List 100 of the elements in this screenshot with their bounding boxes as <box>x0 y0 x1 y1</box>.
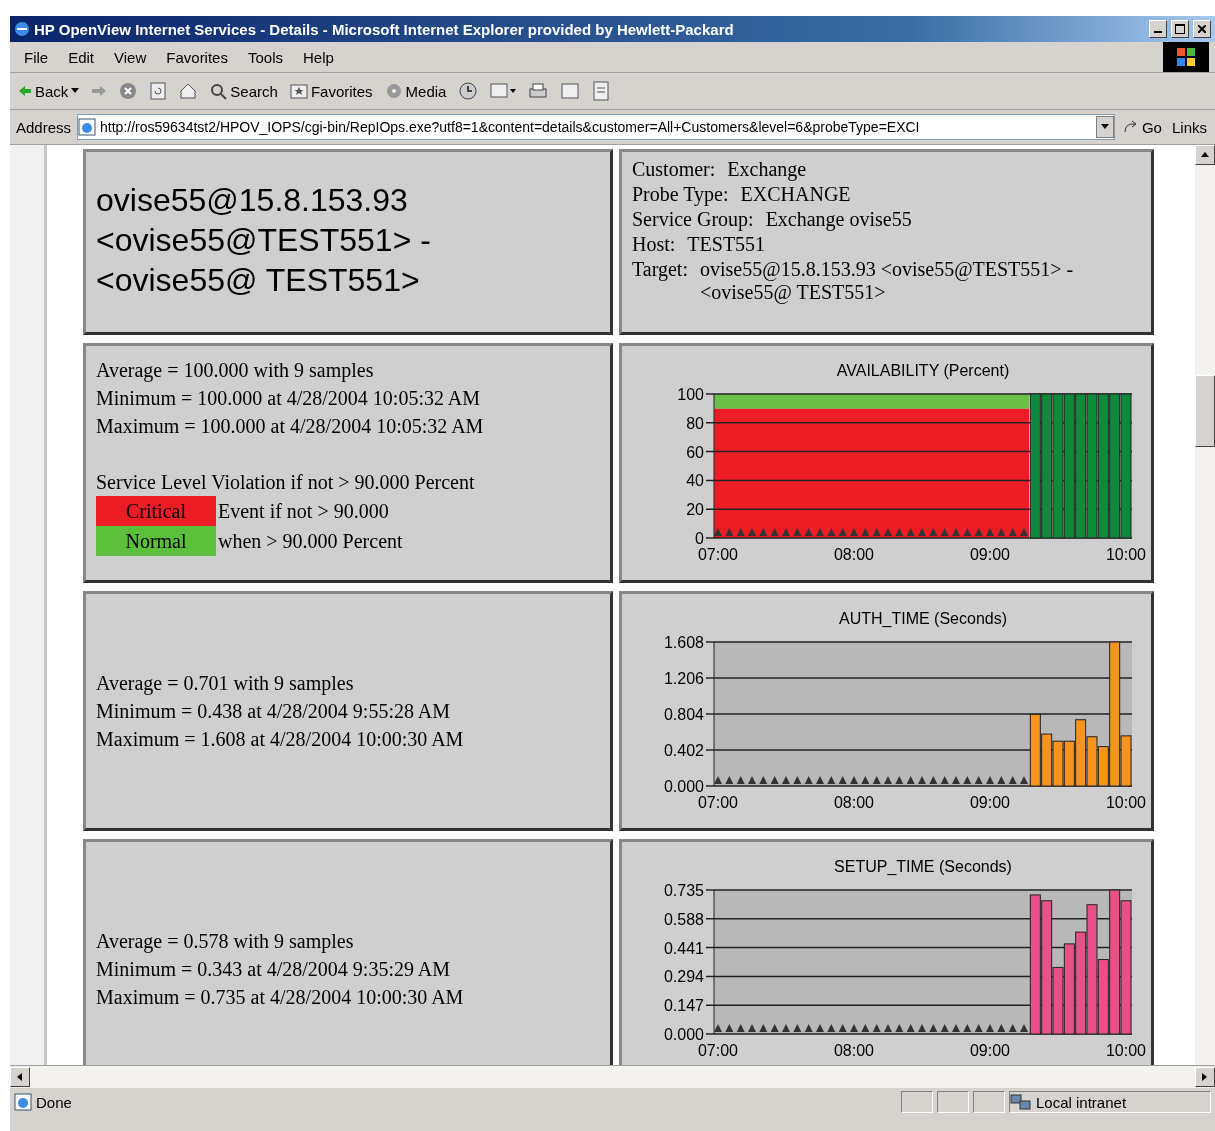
info-value: ovise55@15.8.153.93 <ovise55@TEST551> - <ovise55@ TEST551> <box>700 258 1075 304</box>
target-title: ovise55@15.8.153.93 <box>96 181 409 220</box>
menu-item[interactable]: Favorites <box>158 48 236 66</box>
info-value: EXCHANGE <box>740 183 851 206</box>
axis-label: 20 <box>686 501 704 519</box>
chart-bar <box>1052 740 1064 787</box>
chart-title: AUTH_TIME (Seconds) <box>839 610 1007 627</box>
axis-label: 0.000 <box>663 778 704 795</box>
info-label: Target: <box>632 258 688 283</box>
disc-icon <box>384 82 403 100</box>
chart-bar <box>1041 733 1053 787</box>
menu-item[interactable]: Tools <box>239 48 291 66</box>
stat-line: Average = 0.701 with 9 samples <box>96 671 355 697</box>
status-pane <box>901 1091 933 1113</box>
favorites-button[interactable]: Favorites <box>287 82 375 100</box>
window-title: HP OpenView Internet Services - Details - Microsoft Internet Explorer provided by Hewlett-Packard <box>34 20 735 38</box>
axis-label: 1.206 <box>663 670 704 687</box>
axis-label: 10:00 <box>1106 546 1146 563</box>
stat-line: Average = 0.578 with 9 samples <box>96 929 355 955</box>
stat-line: Minimum = 100.000 at 4/28/2004 10:05:32 AM <box>96 386 482 411</box>
close-button[interactable] <box>1193 20 1211 38</box>
search-button[interactable]: Search <box>207 82 280 100</box>
axis-label: 09:00 <box>970 794 1010 811</box>
axis-label: 10:00 <box>1106 1042 1146 1059</box>
maximize-icon <box>1175 24 1185 34</box>
axis-label: 08:00 <box>834 546 874 563</box>
left-arrow-icon <box>17 1073 23 1081</box>
axis-label: 100 <box>677 386 704 403</box>
target-title: <ovise55@ TEST551> <box>96 261 421 300</box>
status-pane <box>973 1091 1005 1113</box>
info-label: Host: <box>632 233 676 256</box>
axis-label: 60 <box>686 443 704 461</box>
target-title: <ovise55@TEST551> - <box>96 221 432 260</box>
info-label: Probe Type: <box>632 183 729 206</box>
axis-label: 07:00 <box>698 546 738 563</box>
axis-label: 0.402 <box>663 742 704 759</box>
legend-text: Event if not > 90.000 <box>217 499 389 524</box>
axis-label: 09:00 <box>970 1042 1010 1059</box>
zone-text: Local intranet <box>1036 1093 1128 1111</box>
chart-title: SETUP_TIME (Seconds) <box>834 858 1012 875</box>
vertical-scrollbar[interactable] <box>1195 145 1215 1065</box>
stat-line: Maximum = 0.735 at 4/28/2004 10:00:30 AM <box>96 985 465 1010</box>
axis-label: 1.608 <box>663 634 704 651</box>
axis-label: 08:00 <box>834 794 874 811</box>
axis-label: 0 <box>695 530 704 547</box>
menu-item[interactable]: File <box>16 48 57 66</box>
windows-logo <box>1163 42 1209 72</box>
axis-label: 10:00 <box>1106 794 1146 811</box>
info-label: Customer: <box>632 158 716 181</box>
go-button[interactable]: Go <box>1120 118 1164 136</box>
search-icon <box>209 82 228 100</box>
scroll-left-button[interactable] <box>10 1067 30 1087</box>
chart-title: AVAILABILITY (Percent) <box>836 362 1010 379</box>
scroll-up-button[interactable] <box>1195 145 1215 165</box>
axis-label: 0.804 <box>663 706 704 723</box>
axis-label: 09:00 <box>970 546 1010 563</box>
page-icon <box>78 118 97 136</box>
axis-label: 07:00 <box>698 1042 738 1059</box>
scroll-thumb[interactable] <box>1195 375 1215 447</box>
back-button[interactable]: Back <box>16 82 82 100</box>
links-button[interactable]: Links <box>1169 118 1209 136</box>
axis-label: 0.147 <box>663 997 704 1015</box>
axis-label: 80 <box>686 414 704 432</box>
legend-chip: Critical <box>96 496 216 526</box>
axis-label: 40 <box>686 472 704 490</box>
stat-line: Average = 100.000 with 9 samples <box>96 358 375 384</box>
status-text: Done <box>36 1093 73 1111</box>
address-label: Address <box>16 118 72 136</box>
axis-label: 0.588 <box>663 910 704 928</box>
info-value: Exchange ovise55 <box>765 208 912 231</box>
close-icon <box>1198 25 1206 33</box>
axis-label: 0.000 <box>663 1026 704 1043</box>
menu-item[interactable]: View <box>106 48 155 66</box>
go-arrow-icon <box>1122 120 1139 134</box>
caret-icon <box>1100 124 1109 130</box>
scroll-right-button[interactable] <box>1195 1067 1215 1087</box>
menu-item[interactable]: Help <box>295 48 342 66</box>
axis-label: 07:00 <box>698 794 738 811</box>
maximize-button[interactable] <box>1171 20 1189 38</box>
page-icon <box>14 1093 32 1111</box>
media-button[interactable]: Media <box>382 82 449 100</box>
menu-item[interactable]: Edit <box>60 48 103 66</box>
chart-bar <box>1086 736 1098 787</box>
horizontal-scrollbar[interactable] <box>10 1065 1215 1088</box>
legend-chip: Normal <box>96 526 216 556</box>
info-value: TEST551 <box>687 233 766 256</box>
right-arrow-icon <box>1202 1073 1208 1081</box>
caret-icon <box>71 88 80 94</box>
axis-label: 0.735 <box>663 882 704 899</box>
network-icon <box>1010 1093 1032 1111</box>
minimize-button[interactable] <box>1149 20 1167 38</box>
browser-icon <box>14 21 30 37</box>
address-field[interactable]: http://ros59634tst2/HPOV_IOPS/cgi-bin/RepIOps.exe?utf8=1&content=details&customer=All+Customers&level=6&probeType=EXCI <box>77 114 1115 140</box>
back-arrow-icon <box>18 85 32 97</box>
axis-label: 0.294 <box>663 968 704 986</box>
axis-label: 0.441 <box>663 939 704 957</box>
dropdown-button[interactable] <box>1095 116 1114 138</box>
info-value: Exchange <box>727 158 807 181</box>
axis-label: 08:00 <box>834 1042 874 1059</box>
stat-line: Minimum = 0.438 at 4/28/2004 9:55:28 AM <box>96 699 452 724</box>
